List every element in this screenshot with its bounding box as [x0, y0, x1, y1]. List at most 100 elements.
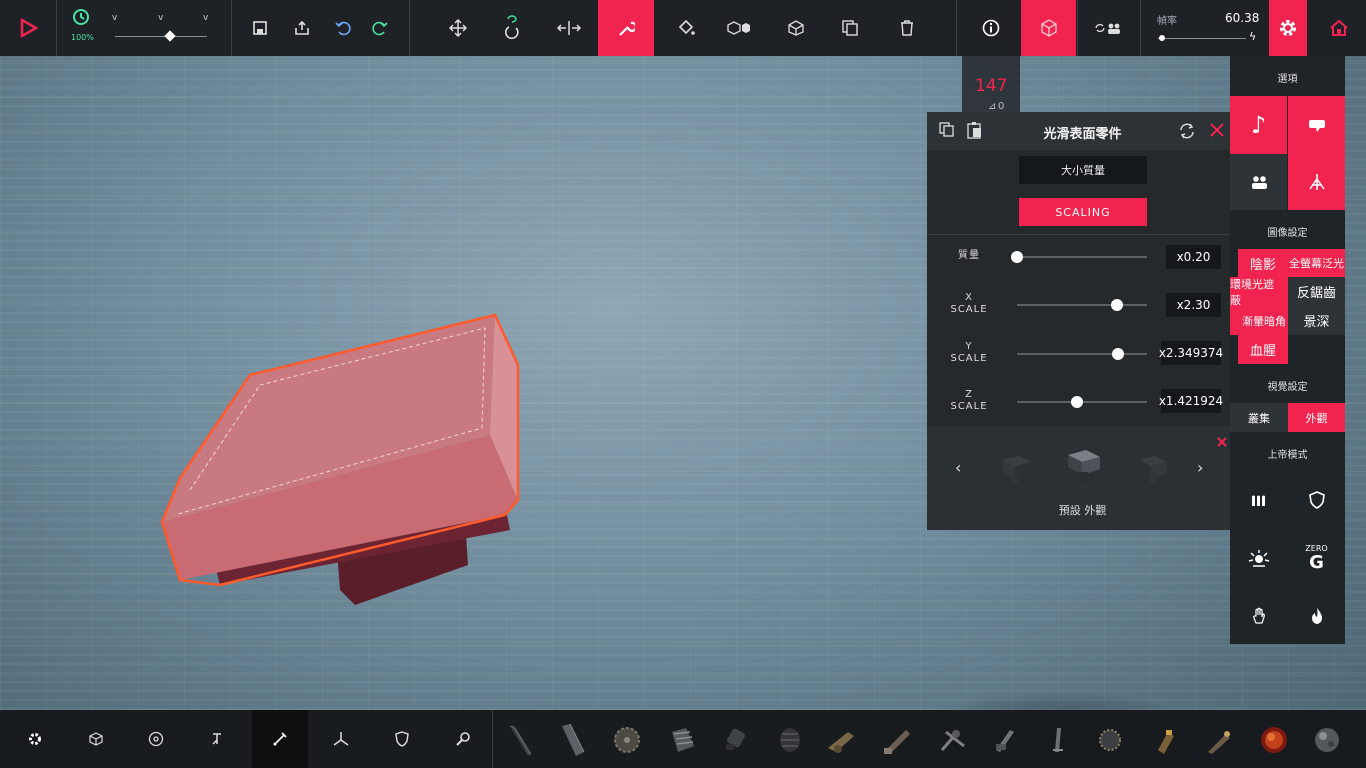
skin-next-button[interactable]: › [1197, 458, 1203, 477]
z-scale-slider-knob[interactable] [1070, 396, 1083, 408]
block-drill[interactable] [660, 718, 704, 762]
bloom-toggle[interactable]: 全螢幕泛光 [1288, 249, 1345, 277]
category-mechanical[interactable] [189, 710, 245, 768]
time-scale-slider-track[interactable] [115, 36, 207, 37]
category-locomotion[interactable] [128, 710, 184, 768]
y-scale-slider-knob[interactable] [1112, 348, 1125, 360]
block-count-sub: 0 [998, 101, 1005, 112]
x-scale-value-field[interactable]: x2.30 [1166, 293, 1221, 317]
tab-scaling[interactable]: SCALING [1019, 198, 1147, 226]
zero-gravity-toggle[interactable]: ZERO G [1288, 530, 1345, 586]
unbreakable-toggle[interactable] [1288, 588, 1345, 644]
save-button[interactable] [246, 0, 274, 56]
shadows-toggle[interactable]: 陰影 [1238, 249, 1288, 277]
move-tool-button[interactable] [444, 0, 472, 56]
block-crossbow[interactable] [930, 718, 974, 762]
chat-toggle[interactable] [1288, 96, 1345, 154]
category-basic[interactable] [7, 710, 63, 768]
block-grabber[interactable] [715, 718, 759, 762]
block-spike[interactable] [498, 718, 542, 762]
no-bounds-toggle[interactable] [1230, 530, 1287, 586]
depth-of-field-toggle[interactable]: 景深 [1288, 306, 1345, 335]
selected-smooth-block[interactable] [150, 310, 530, 610]
skin-prev-button[interactable]: ‹ [955, 458, 961, 477]
block-gun[interactable] [982, 718, 1026, 762]
block-rocket[interactable] [1035, 718, 1079, 762]
skin-thumbnail-next[interactable] [1135, 450, 1171, 486]
block-bomb[interactable] [1088, 718, 1132, 762]
y-scale-value-field[interactable]: x2.349374 [1159, 341, 1223, 365]
chevron-down-icon[interactable]: v [112, 13, 117, 23]
wrench-tool-button[interactable] [598, 0, 654, 56]
mass-slider-knob[interactable] [1011, 251, 1023, 263]
refresh-icon [1180, 123, 1194, 139]
block-saw[interactable] [605, 718, 649, 762]
block-fireball[interactable] [1252, 718, 1296, 762]
invincibility-toggle[interactable] [1288, 472, 1345, 528]
block-select-button[interactable] [724, 0, 754, 56]
block-plank[interactable] [550, 718, 594, 762]
drag-mode-toggle[interactable] [1230, 588, 1287, 644]
chevron-down-icon[interactable]: v [158, 13, 163, 23]
gore-toggle[interactable]: 血腥 [1238, 335, 1288, 364]
category-armour[interactable] [374, 710, 430, 768]
mirror-tool-button[interactable] [554, 0, 584, 56]
cluster-toggle[interactable]: 叢集 [1230, 403, 1288, 432]
time-scale-button[interactable] [66, 0, 96, 34]
y-scale-slider-track[interactable] [1017, 353, 1147, 355]
paint-tool-button[interactable] [672, 0, 700, 56]
close-icon [1210, 123, 1224, 137]
category-blocks[interactable] [68, 710, 124, 768]
block-canister[interactable] [768, 718, 812, 762]
x-scale-slider-knob[interactable] [1111, 299, 1124, 311]
redo-button[interactable] [366, 0, 394, 56]
multiplayer-button[interactable] [1088, 0, 1128, 56]
reset-button[interactable] [1178, 122, 1196, 144]
info-button[interactable] [976, 0, 1006, 56]
delete-button[interactable] [893, 0, 921, 56]
tab-size-mass[interactable]: 大小質量 [1019, 156, 1147, 184]
rotate-icon [505, 15, 519, 40]
category-search[interactable] [435, 710, 491, 768]
mass-slider-track[interactable] [1017, 256, 1147, 258]
time-scale-slider-knob[interactable] [164, 30, 176, 42]
undo-button[interactable] [329, 0, 357, 56]
skin-thumbnail-prev[interactable] [999, 450, 1035, 486]
block-cannon[interactable] [820, 718, 864, 762]
multiplayer-toggle[interactable] [1230, 154, 1287, 210]
antialiasing-toggle[interactable]: 反鋸齒 [1288, 277, 1345, 306]
mass-value-field[interactable]: x0.20 [1166, 245, 1221, 269]
z-scale-value-field[interactable]: x1.421924 [1159, 389, 1223, 413]
toolbar-divider [1077, 0, 1078, 56]
block-flamethrower[interactable] [876, 718, 920, 762]
load-button[interactable] [288, 0, 316, 56]
duplicate-button[interactable] [836, 0, 864, 56]
block-torch[interactable] [1196, 718, 1240, 762]
toolbar-divider [56, 0, 57, 56]
chevron-down-icon[interactable]: v [203, 13, 208, 23]
time-scale-value: 100% [71, 33, 94, 42]
fps-slider-knob[interactable] [1159, 35, 1166, 41]
category-tools[interactable] [252, 710, 308, 768]
refresh-users-icon [1095, 23, 1120, 34]
close-panel-button[interactable] [1209, 122, 1225, 142]
close-skin-button[interactable] [1217, 432, 1227, 451]
skins-toggle[interactable]: 外觀 [1288, 403, 1345, 432]
settings-button[interactable] [1269, 0, 1307, 56]
category-flight[interactable] [313, 710, 369, 768]
rotate-tool-button[interactable] [498, 0, 526, 56]
play-button[interactable] [0, 0, 56, 56]
block-grenade[interactable] [1142, 718, 1186, 762]
music-toggle[interactable]: ♪ [1230, 96, 1287, 154]
wireframe-button[interactable] [782, 0, 810, 56]
ambient-occlusion-toggle[interactable]: 環境光遮蔽 [1230, 277, 1288, 306]
symmetry-toggle[interactable] [1288, 154, 1345, 210]
x-scale-slider-track[interactable] [1017, 304, 1147, 306]
vignette-toggle[interactable]: 漸暈暗角 [1230, 306, 1288, 335]
block-info-button[interactable] [1021, 0, 1076, 56]
home-button[interactable] [1320, 0, 1358, 56]
infinite-ammo-toggle[interactable] [1230, 472, 1287, 528]
block-water-cannon[interactable] [1305, 718, 1349, 762]
skin-thumbnail-current[interactable] [1064, 445, 1104, 485]
fps-slider-track[interactable] [1158, 38, 1246, 39]
